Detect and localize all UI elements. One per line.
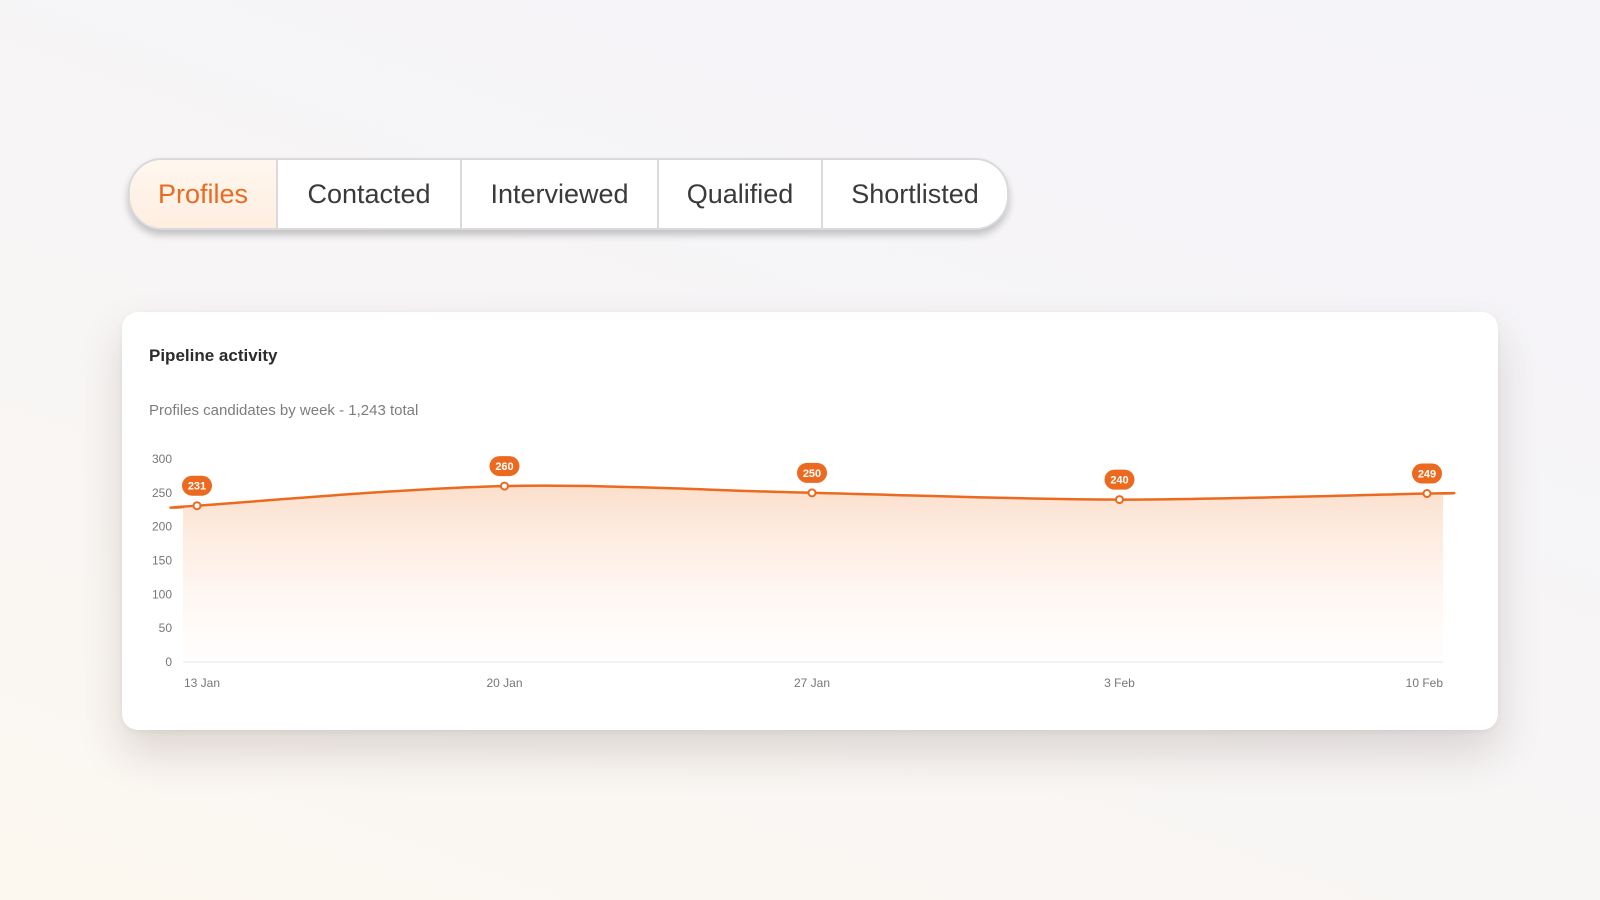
data-label: 240 [1110,475,1128,487]
x-axis: 13 Jan 20 Jan 27 Jan 3 Feb 10 Feb [183,661,1444,690]
x-tick-label: 13 Jan [184,676,220,690]
y-tick-label: 50 [159,621,173,635]
y-tick-label: 0 [165,655,172,669]
x-tick-label: 3 Feb [1104,676,1135,690]
y-tick-label: 200 [152,520,172,534]
data-point [1422,489,1432,499]
series-area-fill [170,485,1455,662]
data-point [500,481,509,491]
tab-profiles[interactable]: Profiles [130,160,276,228]
data-point [1115,495,1124,505]
x-tick-label: 27 Jan [794,676,830,690]
x-tick-label: 20 Jan [486,676,522,690]
y-tick-label: 100 [152,587,172,601]
data-label: 250 [803,468,821,480]
x-tick-label: 10 Feb [1406,676,1444,690]
data-label: 231 [188,481,206,493]
y-tick-label: 300 [152,452,172,466]
data-label: 249 [1418,469,1436,481]
data-label: 260 [495,461,513,473]
data-point [192,501,202,511]
y-axis: 0 50 100 150 200 250 300 [152,452,172,669]
tab-qualified[interactable]: Qualified [657,160,821,228]
y-tick-label: 150 [152,554,172,568]
pipeline-area-chart: 0 50 100 150 200 250 300 13 Jan 20 Jan 27 Jan 3 F… [152,452,1456,690]
pipeline-activity-card: Pipeline activity Profiles candidates by… [122,312,1498,730]
tab-contacted[interactable]: Contacted [276,160,460,228]
tab-shortlisted[interactable]: Shortlisted [821,160,1007,228]
pipeline-stage-tabs: Profiles Contacted Interviewed Qualified… [128,158,1009,230]
data-point [807,488,817,498]
y-tick-label: 250 [152,486,172,500]
tab-interviewed[interactable]: Interviewed [460,160,657,228]
